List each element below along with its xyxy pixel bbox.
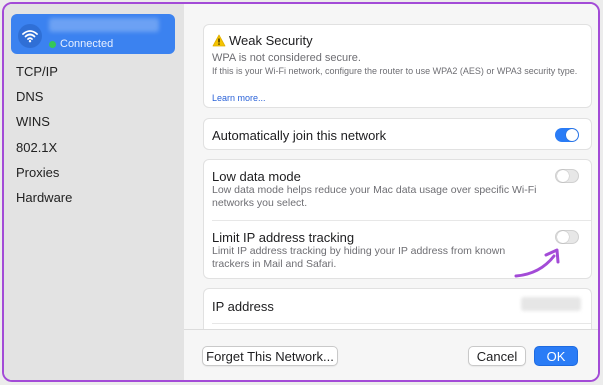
sidebar-item-tcpip[interactable]: TCP/IP: [16, 64, 58, 79]
settings-content: Weak Security WPA is not considered secu…: [184, 4, 598, 348]
sidebar: Connected TCP/IP DNS WINS 802.1X Proxies…: [4, 4, 184, 380]
limit-ip-label: Limit IP address tracking: [212, 230, 355, 245]
low-data-toggle[interactable]: [555, 169, 579, 183]
divider: [212, 220, 591, 221]
warning-icon: [212, 34, 226, 47]
sidebar-item-wifi-network[interactable]: Connected: [11, 14, 175, 54]
forget-network-button[interactable]: Forget This Network...: [202, 346, 338, 366]
sidebar-item-hardware[interactable]: Hardware: [16, 190, 72, 205]
wifi-icon: [18, 24, 42, 48]
ip-address-label: IP address: [212, 299, 274, 314]
network-name-redacted: [49, 18, 159, 32]
security-description: If this is your Wi-Fi network, configure…: [212, 66, 578, 76]
security-title-text: Weak Security: [229, 33, 313, 48]
limit-ip-toggle[interactable]: [555, 230, 579, 244]
sidebar-item-dns[interactable]: DNS: [16, 89, 43, 104]
learn-more-link[interactable]: Learn more...: [212, 93, 266, 103]
connection-status: Connected: [49, 38, 113, 50]
security-warning-title: Weak Security: [212, 33, 313, 48]
auto-join-toggle[interactable]: [555, 128, 579, 142]
sidebar-item-proxies[interactable]: Proxies: [16, 165, 59, 180]
sidebar-item-wins[interactable]: WINS: [16, 114, 50, 129]
wifi-details-window: Connected TCP/IP DNS WINS 802.1X Proxies…: [2, 2, 600, 382]
divider: [212, 323, 591, 324]
toggle-knob: [557, 231, 569, 243]
ip-address-value-redacted: [521, 297, 581, 311]
toggle-knob: [557, 170, 569, 182]
toggle-knob: [566, 129, 578, 141]
sidebar-item-8021x[interactable]: 802.1X: [16, 140, 57, 155]
limit-ip-description: Limit IP address tracking by hiding your…: [212, 245, 506, 270]
low-data-description: Low data mode helps reduce your Mac data…: [212, 184, 537, 209]
auto-join-row: Automatically join this network: [203, 118, 592, 150]
low-data-label: Low data mode: [212, 169, 301, 184]
security-warning-card: Weak Security WPA is not considered secu…: [203, 24, 592, 108]
auto-join-label: Automatically join this network: [212, 128, 387, 143]
dialog-footer: Forget This Network... Cancel OK: [184, 329, 598, 380]
security-subtitle: WPA is not considered secure.: [212, 52, 361, 64]
cancel-button[interactable]: Cancel: [468, 346, 526, 366]
ok-button[interactable]: OK: [534, 346, 578, 366]
annotation-arrow-icon: [514, 248, 560, 278]
connected-dot-icon: [49, 40, 56, 48]
connection-status-label: Connected: [60, 38, 114, 50]
